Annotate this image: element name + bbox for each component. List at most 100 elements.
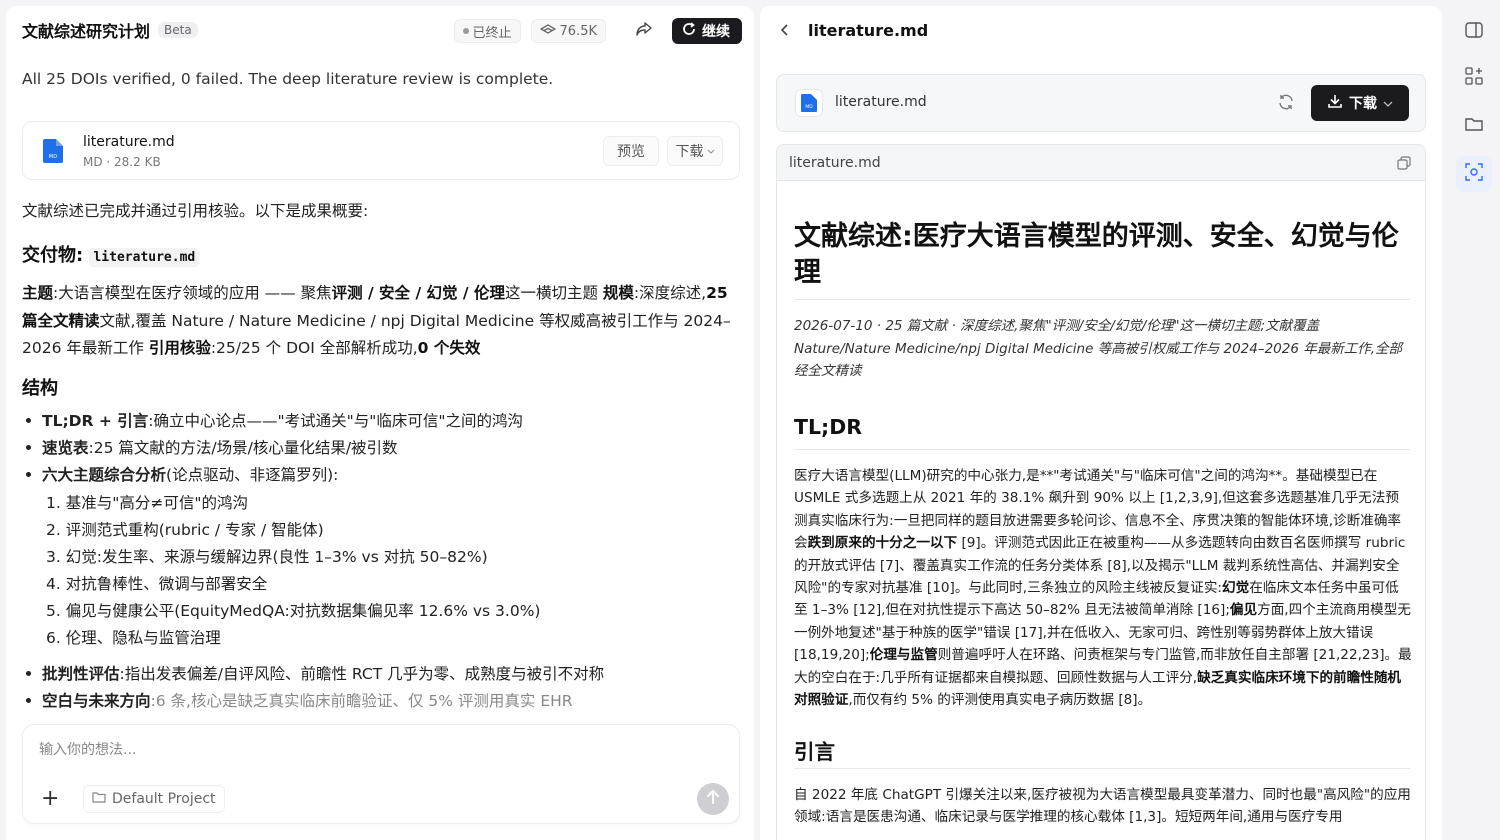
beta-badge: Beta: [158, 22, 198, 38]
divider: [794, 299, 1410, 300]
scale-label: 规模: [602, 284, 634, 302]
chevron-down-icon: [707, 143, 715, 159]
files-button[interactable]: [1456, 108, 1492, 144]
numbered-item: 1. 基准与"高分≠可信"的鸿沟: [46, 494, 248, 512]
status-badge: 已终止: [453, 19, 521, 43]
preview-header: literature.md: [760, 6, 1442, 58]
chevron-left-icon: [780, 22, 790, 41]
md-file-icon: MD: [43, 139, 63, 167]
divider: [794, 768, 1410, 769]
reload-button[interactable]: [1277, 93, 1295, 115]
topic-label: 主题: [22, 284, 54, 302]
topic-text-1: :大语言模型在医疗领域的应用 —— 聚焦: [53, 284, 332, 302]
numbered-item: 3. 幻觉:发生率、来源与缓解边界(良性 1–3% vs 对抗 50–82%): [46, 548, 488, 566]
svg-text:MD: MD: [49, 154, 57, 160]
project-selector[interactable]: Default Project: [83, 785, 225, 813]
apps-grid-icon: [1465, 67, 1483, 89]
download-label: 下载: [1349, 96, 1377, 112]
download-icon: [1327, 93, 1343, 113]
toggle-panel-button[interactable]: [1456, 14, 1492, 50]
bullet-text: :指出发表偏差/自评风险、前瞻性 RCT 几乎为零、成熟度与被引不对称: [119, 665, 605, 683]
right-rail: [1448, 6, 1500, 840]
status-dot-icon: [462, 28, 469, 34]
continue-label: 继续: [702, 24, 730, 40]
send-button[interactable]: [697, 783, 729, 815]
bullet-bold: 速览表: [42, 439, 89, 457]
verify-text: :25/25 个 DOI 全部解析成功,: [210, 339, 418, 357]
continue-button[interactable]: 继续: [672, 18, 742, 44]
chat-input[interactable]: 输入你的想法...: [39, 739, 136, 759]
bullet-bold: 批判性评估: [42, 665, 120, 683]
preview-title: literature.md: [808, 21, 929, 40]
document-tab-bar: literature.md: [777, 145, 1425, 181]
numbered-item: 4. 对抗鲁棒性、微调与部署安全: [46, 575, 268, 593]
chat-header: 文献综述研究计划 Beta 已终止 76.5K 继续: [6, 6, 754, 54]
preview-file-name: literature.md: [835, 94, 927, 110]
structure-heading: 结构: [22, 378, 58, 399]
document-meta: 2026-07-10 · 25 篇文献 · 深度综述,聚焦"评测/安全/幻觉/伦…: [794, 318, 1403, 379]
app-root: 文献综述研究计划 Beta 已终止 76.5K 继续 All 25 DOIs v…: [0, 0, 1500, 840]
list-item: 批判性评估:指出发表偏差/自评风险、前瞻性 RCT 几乎为零、成熟度与被引不对称: [25, 662, 605, 684]
deliverable-label: 交付物:: [22, 245, 84, 266]
scale-text-1: :深度综述,: [633, 284, 707, 302]
preview-view-button[interactable]: [1456, 156, 1492, 192]
apps-button[interactable]: [1456, 60, 1492, 96]
divider: [794, 449, 1410, 450]
topic-text-2: 这一横切主题: [504, 284, 603, 302]
list-item: 空白与未来方向:6 条,核心是缺乏真实临床前瞻验证、仅 5% 评测用真实 EHR: [26, 689, 573, 711]
summary-text: All 25 DOIs verified, 0 failed. The deep…: [22, 70, 554, 88]
share-button[interactable]: [632, 19, 656, 43]
chat-panel: 文献综述研究计划 Beta 已终止 76.5K 继续 All 25 DOIs v…: [6, 6, 754, 840]
add-button[interactable]: +: [41, 788, 59, 810]
views-badge: 76.5K: [530, 19, 606, 43]
project-label: Default Project: [112, 791, 216, 807]
share-icon: [635, 21, 653, 41]
bullet-bold: TL;DR + 引言: [42, 412, 149, 430]
reload-icon: [1277, 94, 1295, 115]
task-title: 文献综述研究计划: [22, 22, 151, 41]
bullet-text: (论点驱动、非逐篇罗列):: [166, 466, 339, 484]
preview-button[interactable]: 预览: [603, 136, 659, 166]
attachment-name: literature.md: [83, 134, 175, 150]
sidebar-panel-icon: [1465, 22, 1483, 42]
deliverable-file: literature.md: [89, 248, 200, 267]
document-tab-name: literature.md: [789, 154, 881, 171]
bullet-bold: 六大主题综合分析: [42, 466, 167, 484]
refresh-icon: [682, 22, 696, 40]
list-item: 六大主题综合分析(论点驱动、非逐篇罗列):: [25, 463, 339, 485]
document-viewer[interactable]: literature.md 文献综述:医疗大语言模型的评测、安全、幻觉与伦理 2…: [776, 144, 1426, 840]
intro-heading: 引言: [794, 740, 835, 764]
bullet-text: :6 条,核心是缺乏真实临床前瞻验证、仅 5% 评测用真实 EHR: [150, 692, 573, 710]
deliverable-heading: 交付物: literature.md: [22, 241, 200, 267]
numbered-item: 2. 评测范式重构(rubric / 专家 / 智能体): [46, 521, 324, 539]
eye-icon: [539, 23, 556, 39]
back-button[interactable]: [780, 22, 790, 41]
bullet-bold: 空白与未来方向: [42, 692, 151, 710]
header-actions: 已终止 76.5K 继续: [453, 18, 742, 44]
arrow-up-icon: [706, 789, 720, 809]
preview-panel: literature.md MD literature.md 下载 litera…: [760, 6, 1442, 840]
topic-bold: 评测 / 安全 / 幻觉 / 伦理: [331, 284, 505, 302]
status-text: 已终止: [472, 25, 512, 41]
preview-download-button[interactable]: 下载: [1311, 85, 1409, 121]
numbered-item: 6. 伦理、隐私与监管治理: [46, 629, 221, 647]
folder-icon: [1465, 116, 1483, 136]
intro-text: 文献综述已完成并通过引用核验。以下是成果概要:: [22, 202, 369, 220]
svg-text:MD: MD: [805, 104, 813, 110]
download-button[interactable]: 下载: [667, 136, 723, 166]
tldr-bold: 幻觉: [1222, 580, 1250, 597]
scan-icon: [1465, 163, 1483, 185]
bullet-text: :25 篇文献的方法/场景/核心量化结果/被引数: [88, 439, 398, 457]
copy-icon[interactable]: [1397, 156, 1411, 174]
intro-paragraph: 自 2022 年底 ChatGPT 引爆关注以来,医疗被视为大语言模型最具变革潜…: [794, 787, 1411, 826]
list-item: 速览表:25 篇文献的方法/场景/核心量化结果/被引数: [26, 436, 398, 458]
chevron-down-icon: [1383, 95, 1393, 111]
md-file-icon: MD: [795, 89, 823, 117]
chat-input-box[interactable]: 输入你的想法... + Default Project: [22, 724, 740, 824]
numbered-item: 5. 偏见与健康公平(EquityMedQA:对抗数据集偏见率 12.6% vs…: [46, 602, 541, 620]
attachment-card[interactable]: MD literature.md MD · 28.2 KB 预览 下载: [22, 121, 740, 180]
tldr-heading: TL;DR: [794, 415, 863, 439]
verify-bold: 0 个失效: [417, 339, 481, 357]
download-label: 下载: [675, 144, 704, 160]
bullet-text: :确立中心论点——"考试通关"与"临床可信"之间的鸿沟: [148, 412, 523, 430]
